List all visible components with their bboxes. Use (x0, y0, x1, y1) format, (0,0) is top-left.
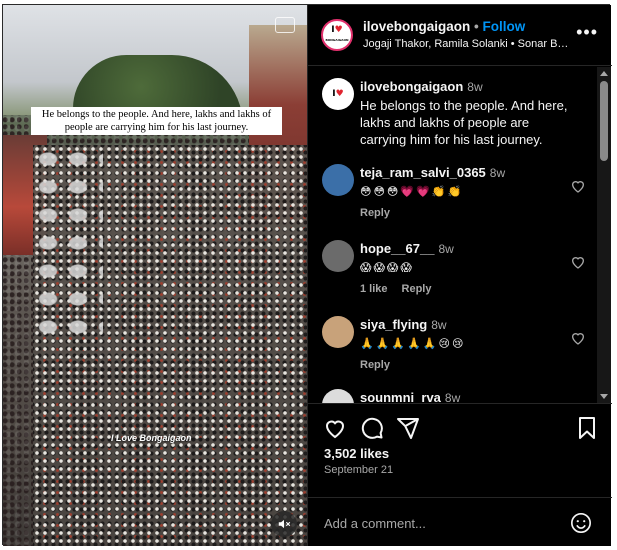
post-modal: He belongs to the people. And here, lakh… (2, 4, 612, 546)
caption-body: ilovebongaigaon 8w He belongs to the peop… (360, 78, 570, 148)
commenter-avatar[interactable] (322, 240, 354, 272)
video-caption: He belongs to the people. And here, lakh… (31, 107, 282, 135)
comment-input[interactable] (324, 512, 554, 534)
comment-likes[interactable]: 1 like (360, 283, 388, 295)
post-details-panel: I♥ BONGAIGAON ilovebongaigaon • Follow J… (307, 5, 612, 546)
caption-text: He belongs to the people. And here, lakh… (360, 98, 568, 147)
post-header: I♥ BONGAIGAON ilovebongaigaon • Follow J… (308, 5, 612, 66)
comment-body: sounmni_rva 8w (360, 389, 570, 403)
comment-meta: Reply (360, 207, 570, 219)
comment-body: hope__67__ 8w 😱😱😱😱 1 like Reply (360, 240, 570, 295)
like-comment-icon[interactable] (570, 178, 586, 194)
author-username[interactable]: ilovebongaigaon (363, 19, 470, 34)
scroll-thumb[interactable] (600, 81, 608, 161)
video-overlay-icon (275, 17, 295, 33)
brand-logo: I♥ BONGAIGAON (325, 24, 349, 45)
comments-scrollbar[interactable] (597, 67, 611, 403)
comment-username[interactable]: teja_ram_salvi_0365 (360, 165, 486, 180)
heart-icon: ♥ (334, 24, 343, 35)
likes-count[interactable]: 3,502 likes (324, 446, 389, 461)
like-icon[interactable] (323, 416, 347, 440)
reply-button[interactable]: Reply (360, 207, 390, 219)
caption-username[interactable]: ilovebongaigaon (360, 79, 463, 94)
video-watermark: I Love Bongaigaon (111, 433, 192, 443)
speaker-muted-icon (278, 519, 291, 529)
comment-time: 8w (489, 166, 506, 180)
comment-text: 🙏🙏🙏🙏🙏😢😢 (360, 337, 466, 350)
comment-text: 😳😳😳💗💗👏👏 (360, 185, 464, 198)
comment-time: 8w (431, 318, 447, 332)
mute-button[interactable] (271, 511, 297, 537)
post-actions: 3,502 likes September 21 (308, 403, 612, 497)
scroll-down-icon[interactable] (600, 394, 608, 399)
like-comment-icon[interactable] (570, 330, 586, 346)
comment-body: siya_flying 8w 🙏🙏🙏🙏🙏😢😢 Reply (360, 316, 570, 371)
heart-icon: ♥ (335, 88, 344, 99)
reply-button[interactable]: Reply (402, 283, 432, 295)
post-video[interactable]: He belongs to the people. And here, lakh… (3, 5, 307, 546)
separator-dot: • (474, 19, 479, 34)
commenter-avatar[interactable] (322, 164, 354, 196)
commenter-avatar[interactable] (322, 389, 354, 403)
brand-logo: I♥ (332, 88, 344, 99)
post-date: September 21 (324, 464, 394, 476)
author-avatar[interactable]: I♥ BONGAIGAON (321, 19, 353, 51)
share-icon[interactable] (396, 416, 420, 440)
audio-attribution[interactable]: Jogaji Thakor, Ramila Solanki • Sonar Ba… (363, 38, 573, 50)
comment-text: 😱😱😱😱 (360, 261, 414, 274)
comment-username[interactable]: siya_flying (360, 317, 427, 332)
scroll-up-icon[interactable] (600, 71, 608, 76)
comment-time: 8w (438, 242, 454, 256)
video-cars (33, 145, 103, 345)
emoji-icon[interactable] (570, 512, 592, 534)
comment-meta: Reply (360, 359, 570, 371)
commenter-avatar[interactable] (322, 316, 354, 348)
like-comment-icon[interactable] (570, 254, 586, 270)
comment-username[interactable]: hope__67__ (360, 241, 434, 256)
comment-username[interactable]: sounmni_rva (360, 390, 441, 403)
author-avatar-small[interactable]: I♥ (322, 78, 354, 110)
more-options-icon[interactable]: ••• (576, 23, 598, 41)
caption-time: 8w (467, 80, 483, 94)
comment-time: 8w (444, 391, 461, 403)
comment-composer (308, 497, 612, 546)
author-line: ilovebongaigaon • Follow (363, 19, 525, 34)
logo-sub: BONGAIGAON (325, 37, 349, 42)
follow-button[interactable]: Follow (483, 19, 526, 34)
comments-list: I♥ ilovebongaigaon 8w He belongs to the p… (308, 67, 612, 403)
comment-icon[interactable] (360, 416, 384, 440)
reply-button[interactable]: Reply (360, 359, 390, 371)
comment-meta: 1 like Reply (360, 283, 570, 295)
comment-body: teja_ram_salvi_0365 8w 😳😳😳💗💗👏👏 Reply (360, 164, 570, 219)
save-icon[interactable] (575, 416, 599, 440)
